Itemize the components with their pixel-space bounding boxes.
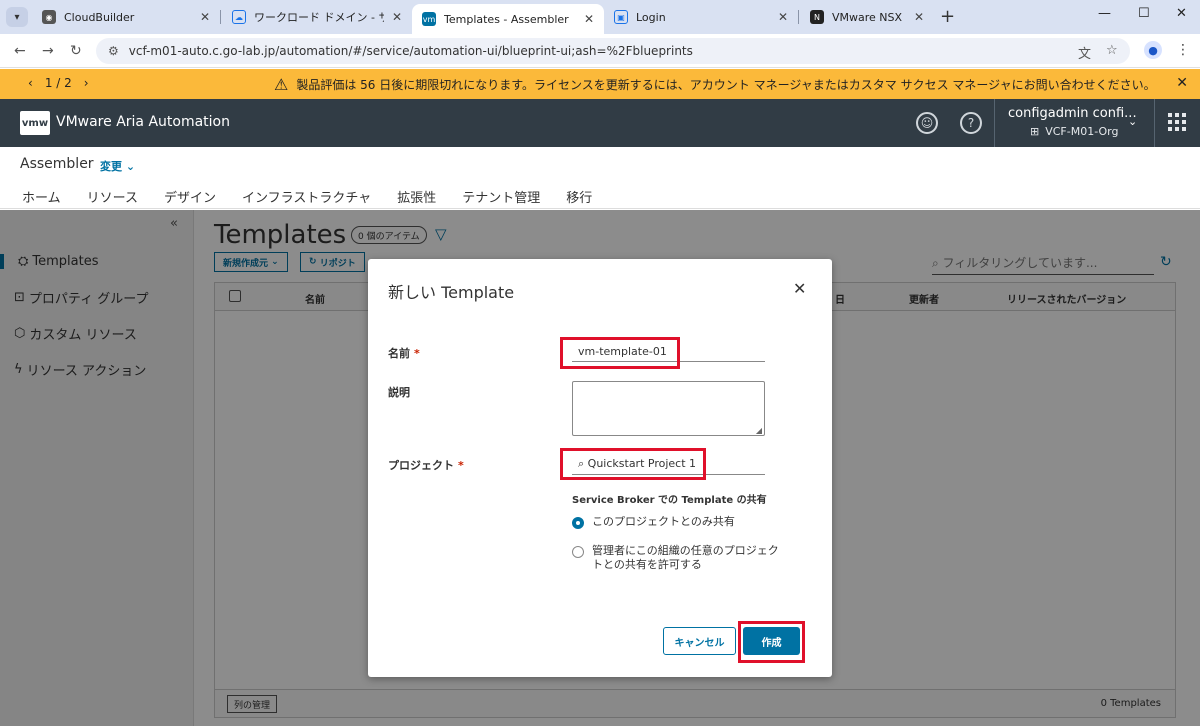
close-icon[interactable]: ✕	[584, 12, 594, 26]
project-label: プロジェクト *	[388, 459, 464, 472]
app-launcher-grid-icon[interactable]	[1168, 113, 1186, 131]
browser-tab-workload-domain[interactable]: ☁ ワークロード ドメイン - サマリ ✕	[222, 4, 412, 30]
cancel-button[interactable]: キャンセル	[663, 627, 736, 655]
service-change-dropdown[interactable]: 変更 ⌄	[100, 158, 135, 174]
chevron-down-icon: ⌄	[125, 160, 136, 173]
banner-message: ⚠ 製品評価は 56 日後に期限切れになります。ライセンスを更新するには、アカウ…	[274, 75, 1156, 94]
login-favicon-icon: ▣	[614, 10, 628, 24]
user-name[interactable]: configadmin confi...	[1008, 106, 1137, 121]
service-name: Assembler	[20, 156, 94, 172]
description-textarea[interactable]: ◢	[572, 381, 765, 436]
address-bar[interactable]: ⚙ vcf-m01-auto.c.go-lab.jp/automation/#/…	[96, 38, 1130, 64]
chevron-down-icon[interactable]: ⌄	[1128, 115, 1137, 128]
share-this-project-label[interactable]: このプロジェクトとのみ共有	[592, 515, 782, 529]
new-tab-plus-icon[interactable]: +	[940, 6, 955, 27]
app-name: VMware Aria Automation	[56, 114, 230, 130]
share-section-title: Service Broker での Template の共有	[572, 495, 767, 506]
app-header: vmw VMware Aria Automation ☺ ? configadm…	[0, 99, 1200, 147]
minimize-icon[interactable]: —	[1098, 6, 1111, 21]
reload-icon[interactable]: ↻	[70, 43, 82, 59]
dialog-title: 新しい Template	[388, 283, 515, 302]
name-label: 名前 *	[388, 347, 420, 360]
browser-tab-strip: ▾ ◉ CloudBuilder ✕ ☁ ワークロード ドメイン - サマリ ✕…	[0, 0, 1200, 34]
share-this-project-radio[interactable]	[572, 517, 584, 529]
banner-pager: ‹ 1 / 2 ›	[28, 76, 89, 90]
help-icon[interactable]: ?	[960, 112, 982, 134]
description-label: 説明	[388, 386, 410, 399]
bookmark-star-icon[interactable]: ☆	[1106, 43, 1118, 58]
close-icon[interactable]: ✕	[392, 10, 402, 24]
globe-icon: ◉	[42, 10, 56, 24]
chevron-right-icon[interactable]: ›	[84, 76, 89, 90]
browser-tab-nsx-login[interactable]: N VMware NSX | ログイン ✕	[800, 4, 934, 30]
close-icon[interactable]: ✕	[793, 279, 806, 298]
back-arrow-icon[interactable]: ←	[14, 43, 26, 59]
browser-toolbar: ← → ↻ ⚙ vcf-m01-auto.c.go-lab.jp/automat…	[0, 34, 1200, 68]
forward-arrow-icon[interactable]: →	[42, 43, 54, 59]
window-close-icon[interactable]: ✕	[1176, 6, 1187, 21]
highlight-name	[560, 337, 680, 369]
browser-tab-login[interactable]: ▣ Login ✕	[604, 4, 798, 30]
vmw-logo: vmw	[20, 111, 50, 135]
new-template-dialog: 新しい Template ✕ 名前 * vm-template-01 説明 ◢ プ…	[368, 259, 832, 677]
share-any-project-label[interactable]: 管理者にこの組織の任意のプロジェクトとの共有を許可する	[592, 544, 784, 572]
close-icon[interactable]: ✕	[200, 10, 210, 24]
close-icon[interactable]: ✕	[778, 10, 788, 24]
vmw-favicon-icon: vm	[422, 12, 436, 26]
license-banner: ‹ 1 / 2 › ⚠ 製品評価は 56 日後に期限切れになります。ライセンスを…	[0, 69, 1200, 99]
cloud-icon: ☁	[232, 10, 246, 24]
browser-tab-templates-assembler[interactable]: vm Templates - Assembler ✕	[412, 4, 604, 34]
nsx-favicon-icon: N	[810, 10, 824, 24]
close-icon[interactable]: ✕	[914, 10, 924, 24]
org-hierarchy-icon: ⊞	[1030, 125, 1040, 138]
profile-avatar-icon[interactable]: ●	[1144, 41, 1162, 59]
share-any-project-radio[interactable]	[572, 546, 584, 558]
maximize-icon[interactable]: ☐	[1138, 6, 1150, 21]
chevron-left-icon[interactable]: ‹	[28, 76, 33, 90]
translate-icon[interactable]: 文	[1078, 43, 1091, 62]
banner-close-icon[interactable]: ✕	[1176, 75, 1188, 91]
browser-tab-cloudbuilder[interactable]: ◉ CloudBuilder ✕	[32, 4, 220, 30]
warning-icon: ⚠	[274, 75, 289, 94]
service-subheader: Assembler 変更 ⌄ ホーム リソース デザイン インフラストラクチャ …	[0, 147, 1200, 215]
tab-search-chevron-icon[interactable]: ▾	[6, 7, 28, 27]
feedback-smiley-icon[interactable]: ☺	[916, 112, 938, 134]
highlight-create	[738, 621, 805, 663]
highlight-project	[560, 448, 706, 480]
site-settings-icon[interactable]: ⚙	[108, 44, 119, 58]
resize-grip-icon[interactable]: ◢	[756, 426, 762, 435]
browser-menu-kebab-icon[interactable]: ⋮	[1176, 42, 1190, 58]
user-org: ⊞ VCF-M01-Org	[1030, 125, 1119, 138]
